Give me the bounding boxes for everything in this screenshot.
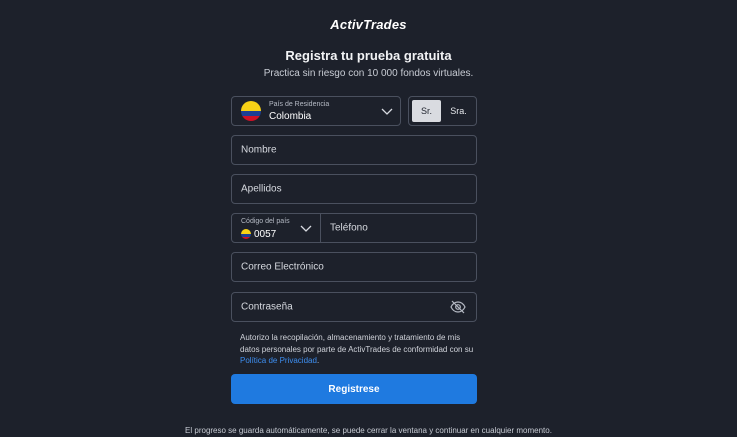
page-title: Registra tu prueba gratuita (285, 48, 452, 63)
first-name-input[interactable]: Nombre (231, 135, 477, 165)
first-name-placeholder: Nombre (241, 144, 277, 156)
country-code-select[interactable]: Código del país 0057 (232, 214, 321, 242)
eye-off-icon[interactable] (450, 300, 466, 314)
last-name-placeholder: Apellidos (241, 183, 282, 195)
country-code-label: Código del país (241, 218, 290, 225)
phone-field: Código del país 0057 Teléfono (231, 213, 477, 243)
consent-end: . (316, 356, 320, 365)
autosave-notice: El progreso se guarda automáticamente, s… (185, 426, 552, 435)
country-code-value: 0057 (254, 229, 277, 240)
consent-body: Autorizo la recopilación, almacenamiento… (240, 333, 474, 354)
consent-text: Autorizo la recopilación, almacenamiento… (240, 332, 480, 367)
password-input[interactable]: Contraseña (231, 292, 477, 322)
salutation-toggle[interactable]: Sr. Sra. (408, 96, 477, 126)
phone-input[interactable]: Teléfono (330, 223, 368, 234)
email-placeholder: Correo Electrónico (241, 261, 324, 273)
salutation-sra-button[interactable]: Sra. (444, 100, 473, 122)
activtrades-logo: ActivTrades (330, 17, 407, 32)
chevron-down-icon (381, 108, 393, 115)
email-input[interactable]: Correo Electrónico (231, 252, 477, 282)
last-name-input[interactable]: Apellidos (231, 174, 477, 204)
colombia-flag-icon (241, 101, 261, 121)
colombia-flag-icon (241, 229, 251, 239)
privacy-policy-link[interactable]: Política de Privacidad (240, 356, 317, 365)
password-placeholder: Contraseña (241, 301, 293, 313)
page-subtitle: Practica sin riesgo con 10 000 fondos vi… (263, 68, 474, 79)
country-select[interactable]: País de Residencia Colombia (231, 96, 401, 126)
country-value: Colombia (269, 111, 312, 122)
register-button[interactable]: Registrese (231, 374, 477, 404)
salutation-sr-button[interactable]: Sr. (412, 100, 441, 122)
country-label: País de Residencia (269, 101, 330, 108)
chevron-down-icon (300, 225, 312, 232)
